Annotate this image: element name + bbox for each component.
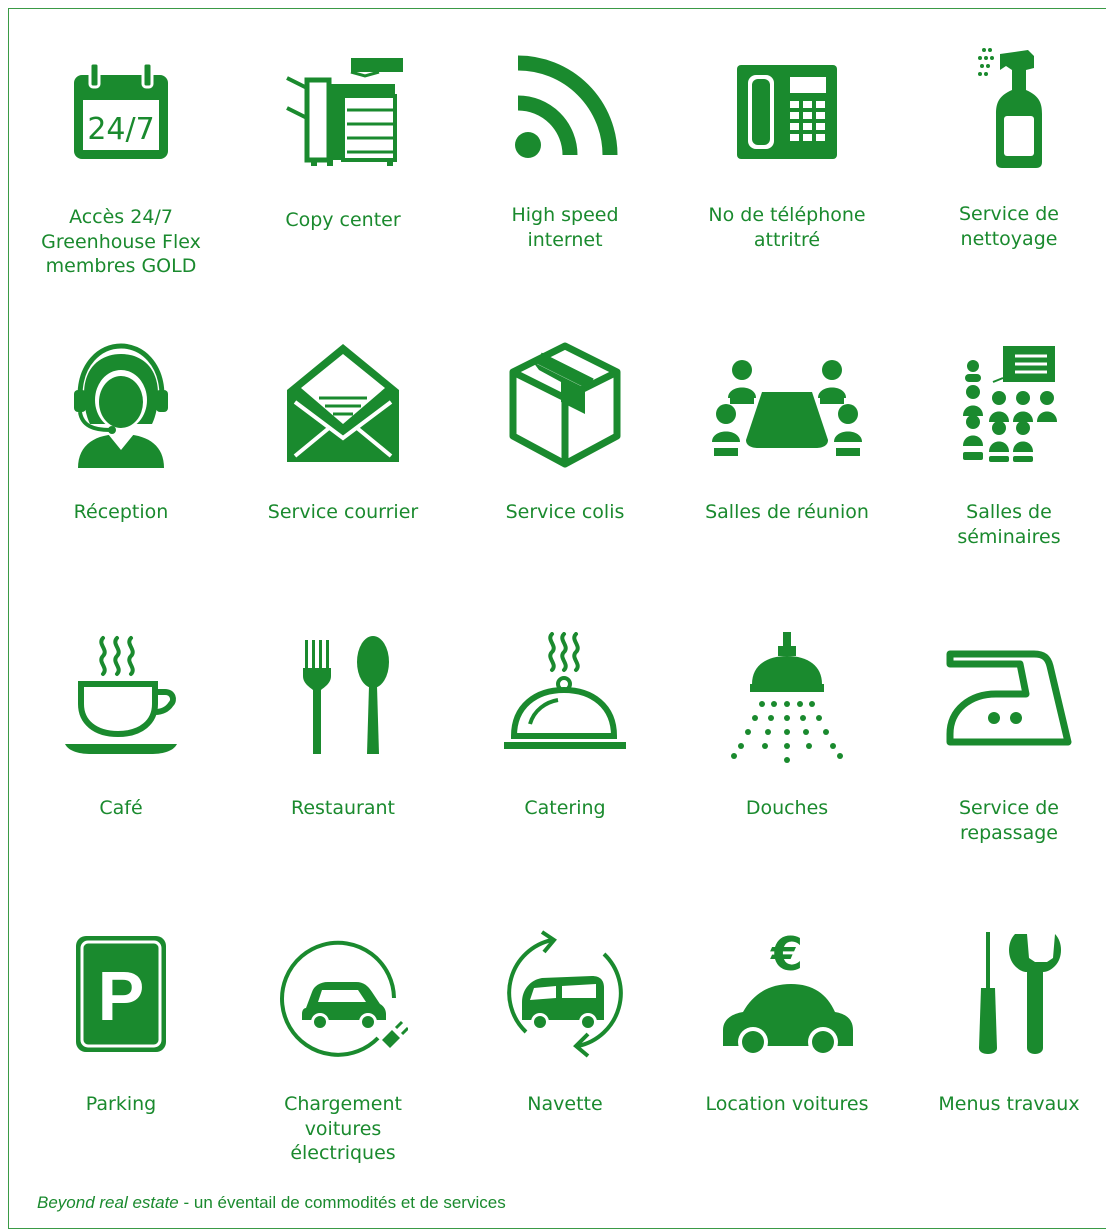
shower-icon	[731, 632, 843, 763]
amenity-label: Chargement voitures électriques	[284, 1093, 402, 1164]
amenity-label: Copy center	[285, 209, 401, 231]
coffee-cup-icon	[65, 636, 177, 754]
amenity-label: Menus travaux	[938, 1093, 1080, 1115]
fork-spoon-icon	[303, 636, 389, 754]
calendar-24-7-icon: 24/7	[74, 61, 168, 159]
amenity-item: Navette	[454, 928, 676, 1117]
amenity-item: No de téléphone attritré	[676, 53, 898, 252]
amenity-label: Service de nettoyage	[958, 203, 1059, 250]
amenity-item: Salles de séminaires	[898, 340, 1108, 549]
desk-phone-icon	[737, 65, 837, 159]
shuttle-icon	[507, 930, 623, 1058]
amenity-label: Accès 24/7 Greenhouse Flex membres GOLD	[41, 206, 201, 277]
envelope-icon	[287, 344, 399, 462]
spray-bottle-icon	[978, 48, 1042, 168]
amenity-label: Salles de réunion	[705, 501, 869, 523]
iron-icon	[946, 650, 1072, 746]
copier-icon	[286, 58, 403, 166]
ev-charging-icon	[280, 940, 408, 1057]
amenity-label: No de téléphone attritré	[708, 204, 866, 251]
amenity-item: Réception	[10, 340, 232, 525]
meeting-table-icon	[712, 360, 862, 456]
amenity-label: Douches	[745, 797, 829, 819]
amenity-item: Copy center	[232, 48, 454, 233]
amenity-item: High speed internet	[454, 53, 676, 252]
amenity-label: Catering	[524, 797, 606, 819]
seminar-audience-icon	[963, 346, 1057, 462]
amenity-label: Navette	[527, 1093, 603, 1115]
amenity-label: High speed internet	[511, 204, 619, 251]
amenity-item: Salles de réunion	[676, 340, 898, 525]
amenity-item: Restaurant	[232, 632, 454, 821]
footer-caption-italic: Beyond real estate	[37, 1193, 179, 1212]
amenity-item: Douches	[676, 632, 898, 821]
amenity-label: Restaurant	[290, 797, 396, 819]
wifi-signal-icon	[515, 55, 618, 158]
cloche-icon	[504, 632, 626, 749]
amenity-label: Service courrier	[267, 501, 419, 523]
amenities-grid: 24/7 Accès 24/7 Greenhouse Flex membres …	[0, 0, 1108, 1231]
amenity-label: Location voitures	[705, 1093, 869, 1115]
receptionist-headset-icon	[74, 343, 168, 468]
amenity-item: Service de nettoyage	[898, 40, 1108, 251]
footer-caption-text: - un éventail de commodités et de servic…	[178, 1193, 506, 1212]
footer-caption: Beyond real estate - un éventail de comm…	[37, 1193, 506, 1213]
amenity-label: Salles de séminaires	[957, 501, 1061, 548]
amenity-item: Catering	[454, 632, 676, 821]
amenity-item: € Location voitures	[676, 928, 898, 1117]
amenity-item: Service de repassage	[898, 632, 1108, 845]
amenity-item: Menus travaux	[898, 928, 1108, 1117]
amenity-label: Service de repassage	[958, 797, 1059, 844]
amenity-label: Service colis	[505, 501, 625, 523]
amenity-label: Parking	[85, 1093, 157, 1115]
amenity-item: Service courrier	[232, 340, 454, 525]
tools-icon	[979, 932, 1061, 1054]
amenity-item: Service colis	[454, 340, 676, 525]
parcel-box-icon	[509, 342, 621, 468]
amenity-item: Chargement voitures électriques	[232, 928, 454, 1166]
svg-text:24/7: 24/7	[87, 112, 154, 147]
amenity-item: Café	[10, 632, 232, 821]
svg-text:€: €	[770, 928, 803, 981]
amenity-label: Café	[99, 797, 143, 819]
parking-sign-icon: P	[76, 936, 166, 1052]
car-rental-icon: €	[723, 928, 853, 1057]
amenity-label: Réception	[73, 501, 169, 523]
amenity-item: 24/7 Accès 24/7 Greenhouse Flex membres …	[10, 55, 232, 279]
svg-text:P: P	[98, 957, 145, 1035]
amenity-item: P Parking	[10, 928, 232, 1117]
